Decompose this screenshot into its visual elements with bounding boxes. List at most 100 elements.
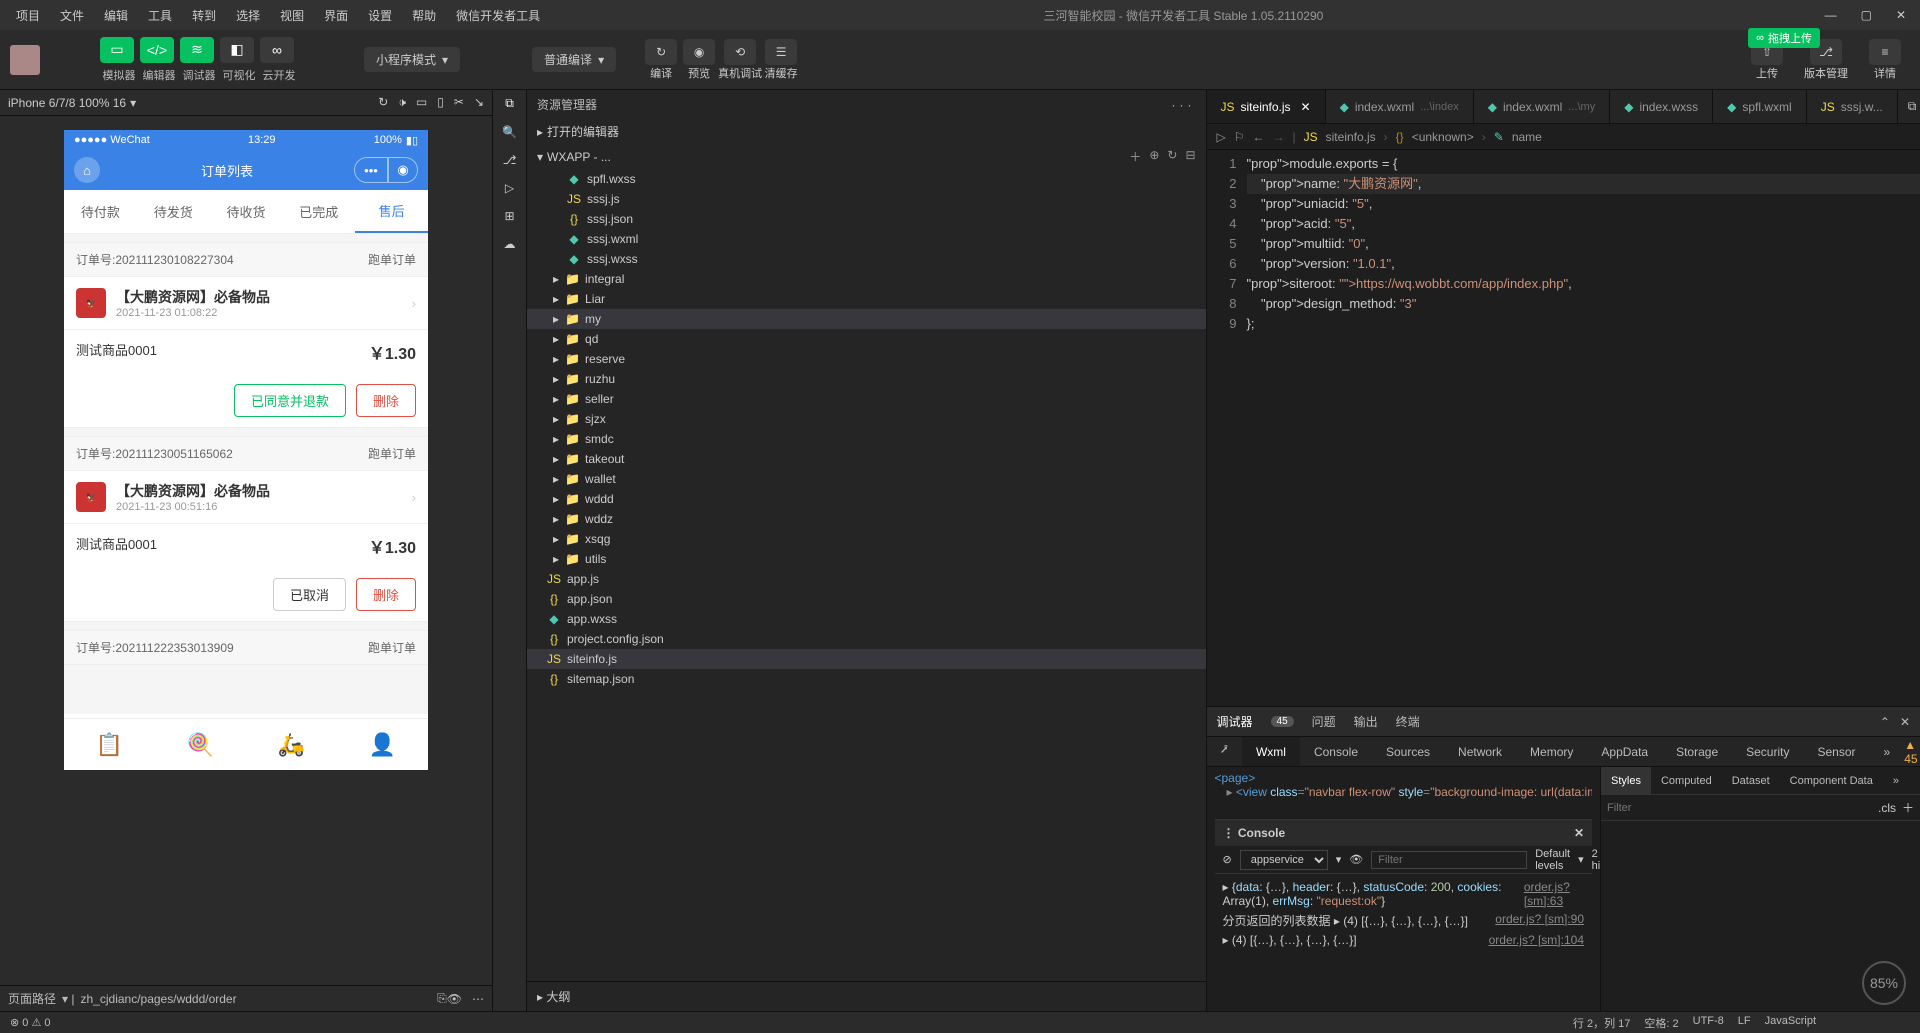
debug-icon[interactable]: ▷ (505, 181, 514, 195)
tab-sensor[interactable]: Sensor (1803, 737, 1869, 766)
chevron-up-icon[interactable]: ⌃ (1880, 715, 1890, 729)
tab-security[interactable]: Security (1732, 737, 1803, 766)
menu-capsule-icon[interactable]: ••• (354, 157, 388, 183)
rotate-icon[interactable]: ▭ (416, 95, 427, 110)
file-item[interactable]: JS app.js (527, 569, 1206, 589)
terminal-tab[interactable]: 终端 (1396, 713, 1420, 730)
folder-item[interactable]: ▸ 📁 qd (527, 329, 1206, 349)
file-item[interactable]: {} sssj.json (527, 209, 1206, 229)
home-icon[interactable]: ⌂ (74, 157, 100, 183)
files-icon[interactable]: ⧉ (505, 96, 514, 111)
lang-label[interactable]: JavaScript (1765, 1015, 1816, 1031)
tabbar-user-icon[interactable]: 👤 (337, 719, 428, 770)
order-row[interactable]: 🦅【大鹏资源网】必备物品2021-11-23 00:51:16› (64, 470, 428, 523)
tab-pending-ship[interactable]: 待发货 (137, 190, 210, 233)
audio-icon[interactable]: 🕩 (398, 95, 406, 110)
tab-styles[interactable]: Styles (1601, 767, 1651, 794)
wxml-line[interactable]: <page> (1215, 771, 1593, 785)
remote-debug-button[interactable]: ⟲ (724, 39, 756, 65)
console-toggle-icon[interactable]: ⋮ (1223, 826, 1235, 840)
wxml-line[interactable]: ▸ <view class="navbar flex-row" style="b… (1215, 785, 1593, 799)
folder-item[interactable]: ▸ 📁 ruzhu (527, 369, 1206, 389)
clear-console-icon[interactable]: ⊘ (1223, 853, 1232, 866)
tabbar-list-icon[interactable]: 📋 (64, 719, 155, 770)
clear-cache-button[interactable]: ☰ (765, 39, 797, 65)
tab-done[interactable]: 已完成 (282, 190, 355, 233)
console-row[interactable]: 分页返回的列表数据 ▸ (4) [{…}, {…}, {…}, {…}]orde… (1223, 910, 1585, 931)
tab-pending-receive[interactable]: 待收货 (210, 190, 283, 233)
perf-score[interactable]: 85% (1862, 961, 1906, 1005)
git-icon[interactable]: ⎇ (503, 153, 517, 167)
level-select[interactable]: Default levels (1535, 848, 1570, 872)
tabbar-candy-icon[interactable]: 🍭 (155, 719, 246, 770)
tabbar-delivery-icon[interactable]: 🛵 (246, 719, 337, 770)
menu-项目[interactable]: 项目 (8, 3, 48, 28)
folder-item[interactable]: ▸ 📁 integral (527, 269, 1206, 289)
new-file-icon[interactable]: ＋ (1129, 148, 1141, 165)
file-item[interactable]: {} sitemap.json (527, 669, 1206, 689)
page-path-input[interactable] (81, 992, 438, 1006)
compile-dropdown[interactable]: 普通编译▾ (532, 47, 616, 72)
more-icon[interactable]: ⋯ (472, 992, 484, 1006)
style-filter-input[interactable] (1607, 802, 1878, 814)
problems-tab[interactable]: 问题 (1312, 713, 1336, 730)
editor-button[interactable]: </> (140, 37, 174, 63)
bookmark-icon[interactable]: ⚐ (1234, 130, 1245, 144)
breadcrumb-file[interactable]: siteinfo.js (1326, 130, 1376, 144)
eol-label[interactable]: LF (1738, 1015, 1751, 1031)
back-icon[interactable]: ▯ (437, 95, 444, 110)
editor-tab[interactable]: ◆index.wxml...\index (1326, 90, 1474, 123)
visual-button[interactable]: ◧ (220, 37, 254, 63)
editor-tab[interactable]: ◆spfl.wxml (1713, 90, 1807, 123)
project-section[interactable]: ▾ WXAPP - ... ＋ ⊕ ↻ ⊟ (527, 144, 1206, 169)
maximize-icon[interactable]: ▢ (1855, 8, 1878, 22)
close-icon[interactable]: ✕ (1900, 715, 1910, 729)
refresh-icon[interactable]: ↻ (378, 95, 388, 110)
order-action-button[interactable]: 删除 (356, 578, 416, 611)
menu-工具[interactable]: 工具 (140, 3, 180, 28)
folder-item[interactable]: ▸ 📁 wddd (527, 489, 1206, 509)
folder-item[interactable]: ▸ 📁 sjzx (527, 409, 1206, 429)
more-tabs-icon[interactable]: » (1870, 737, 1905, 766)
file-item[interactable]: {} app.json (527, 589, 1206, 609)
tab-dataset[interactable]: Dataset (1722, 767, 1780, 794)
inspect-icon[interactable]: ⭷ (1207, 737, 1242, 766)
menu-帮助[interactable]: 帮助 (404, 3, 444, 28)
fwd-icon[interactable]: → (1273, 130, 1285, 144)
console-row[interactable]: ▸ (4) [{…}, {…}, {…}, {…}]order.js? [sm]… (1223, 931, 1585, 949)
new-folder-icon[interactable]: ⊕ (1149, 148, 1159, 165)
outline-section[interactable]: ▸ 大纲 (527, 981, 1206, 1011)
cls-toggle[interactable]: .cls (1878, 801, 1896, 815)
encoding-label[interactable]: UTF-8 (1693, 1015, 1724, 1031)
add-style-icon[interactable]: ＋ (1902, 799, 1914, 816)
file-item[interactable]: JS siteinfo.js (527, 649, 1206, 669)
menu-选择[interactable]: 选择 (228, 3, 268, 28)
folder-item[interactable]: ▸ 📁 Liar (527, 289, 1206, 309)
folder-item[interactable]: ▸ 📁 takeout (527, 449, 1206, 469)
tab-computed[interactable]: Computed (1651, 767, 1722, 794)
console-row[interactable]: ▸ {data: {…}, header: {…}, statusCode: 2… (1223, 878, 1585, 910)
simulator-button[interactable]: ▭ (100, 37, 134, 63)
upload-badge[interactable]: ∞拖拽上传 (1748, 28, 1820, 48)
editor-tab[interactable]: JSsssj.w... (1807, 90, 1898, 123)
indent-label[interactable]: 空格: 2 (1644, 1015, 1678, 1031)
folder-item[interactable]: ▸ 📁 wallet (527, 469, 1206, 489)
file-item[interactable]: ◆ app.wxss (527, 609, 1206, 629)
run-icon[interactable]: ▷ (1217, 130, 1226, 144)
debugger-button[interactable]: ≋ (180, 37, 214, 63)
editor-tab[interactable]: ◆index.wxml...\my (1474, 90, 1610, 123)
menu-视图[interactable]: 视图 (272, 3, 312, 28)
minimize-icon[interactable]: ― (1819, 8, 1843, 22)
copy-path-icon[interactable]: ⎘ (437, 991, 447, 1006)
tab-pending-pay[interactable]: 待付款 (64, 190, 137, 233)
tab-component-data[interactable]: Component Data (1780, 767, 1883, 794)
menu-编辑[interactable]: 编辑 (96, 3, 136, 28)
preview-button[interactable]: ◉ (683, 39, 715, 65)
close-sim-icon[interactable]: ↘ (474, 95, 484, 110)
editor-tab[interactable]: JSsiteinfo.js✕ (1207, 90, 1326, 123)
ext-icon[interactable]: ⊞ (504, 209, 514, 223)
file-item[interactable]: ◆ spfl.wxss (527, 169, 1206, 189)
more-icon[interactable]: ··· (1172, 98, 1196, 112)
menu-界面[interactable]: 界面 (316, 3, 356, 28)
folder-item[interactable]: ▸ 📁 xsqg (527, 529, 1206, 549)
